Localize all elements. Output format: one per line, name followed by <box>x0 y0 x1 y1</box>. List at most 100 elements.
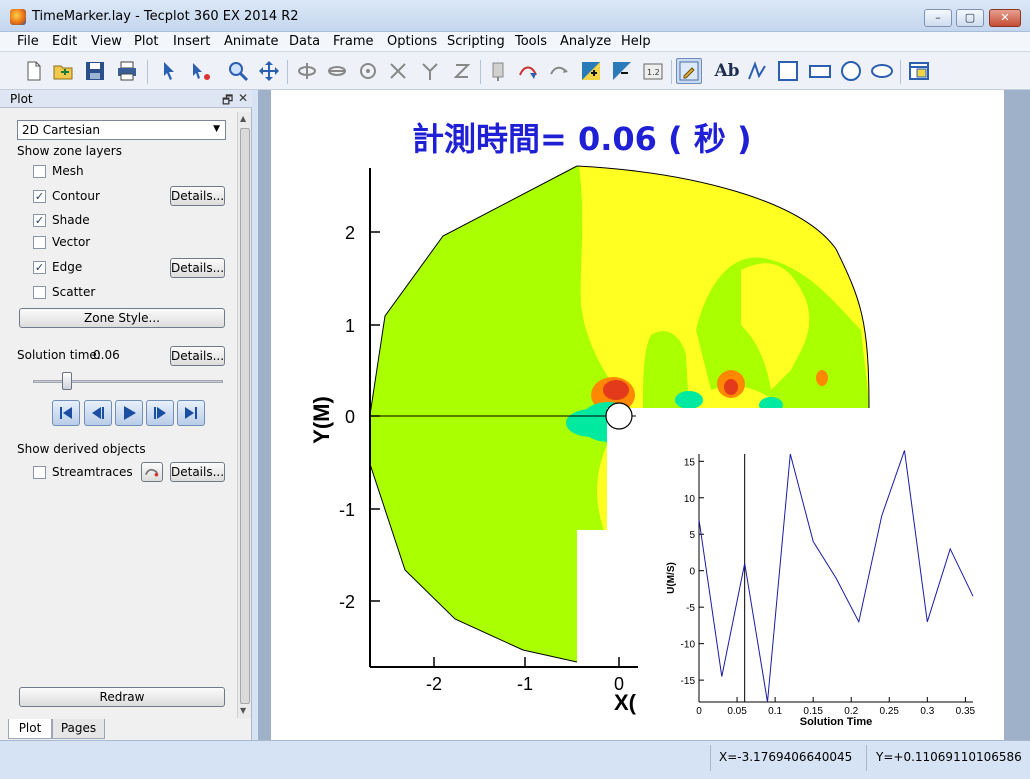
contour-plot-frame[interactable]: 2 1 0 -1 -2 -2 -1 0 Y(M) X( 計測時間= 0.06 (… <box>271 90 1004 740</box>
select-arrow-icon[interactable] <box>156 58 182 84</box>
panel-close-icon[interactable]: ✕ <box>238 91 248 105</box>
streamtrace-icon[interactable] <box>546 58 572 84</box>
last-frame-button[interactable] <box>177 400 205 426</box>
menu-tools[interactable]: Tools <box>515 34 547 49</box>
panel-scrollbar-thumb[interactable] <box>240 128 250 704</box>
shade-checkbox[interactable]: ✓ <box>33 213 46 227</box>
circle-icon[interactable] <box>838 58 864 84</box>
solution-time-details-button[interactable]: Details... <box>170 346 225 366</box>
vector-checkbox[interactable] <box>33 235 46 249</box>
status-bar: X=-3.1769406640045 Y=+0.11069110106586 <box>0 740 1030 779</box>
rotate-xz-icon[interactable] <box>385 58 411 84</box>
layer-edge[interactable]: ✓ Edge <box>33 259 82 275</box>
contour-details-button[interactable]: Details... <box>170 186 225 206</box>
layer-shade[interactable]: ✓ Shade <box>33 212 90 228</box>
quick-edit-icon[interactable] <box>676 58 702 84</box>
chevron-down-icon: ▼ <box>213 124 220 134</box>
save-icon[interactable] <box>82 58 108 84</box>
menu-animate[interactable]: Animate <box>224 34 278 49</box>
inset-y-tick-label: 15 <box>684 457 696 468</box>
plot-title[interactable]: 計測時間= 0.06 ( 秒 ) <box>412 120 752 158</box>
menu-edit[interactable]: Edit <box>52 34 77 49</box>
rotate-z-icon[interactable] <box>449 58 475 84</box>
square-icon[interactable] <box>775 58 801 84</box>
vector-label: Vector <box>52 235 91 249</box>
streamtraces-details-button[interactable]: Details... <box>170 462 225 482</box>
polyline-icon[interactable] <box>744 58 770 84</box>
menu-scripting[interactable]: Scripting <box>447 34 505 49</box>
toolbar: 1.2 Ab <box>0 52 1030 90</box>
inset-y-tick-label: -15 <box>681 676 696 687</box>
menu-options[interactable]: Options <box>387 34 437 49</box>
frame-icon[interactable] <box>906 58 932 84</box>
layer-scatter[interactable]: Scatter <box>33 284 95 300</box>
print-icon[interactable] <box>114 58 140 84</box>
edge-details-button[interactable]: Details... <box>170 258 225 278</box>
panel-header: Plot 🗗 ✕ <box>0 90 252 108</box>
contour-checkbox[interactable]: ✓ <box>33 189 46 203</box>
probe-icon[interactable] <box>485 58 511 84</box>
panel-scrollbar[interactable]: ▲ ▼ <box>237 112 251 718</box>
rotate-x-icon[interactable] <box>294 58 320 84</box>
plot-type-dropdown[interactable]: 2D Cartesian ▼ <box>17 120 226 140</box>
menu-data[interactable]: Data <box>289 34 320 49</box>
step-forward-icon <box>154 407 166 419</box>
open-file-icon[interactable] <box>50 58 76 84</box>
label-icon[interactable]: 1.2 <box>640 58 666 84</box>
tab-plot[interactable]: Plot <box>8 719 52 739</box>
rectangle-icon[interactable] <box>807 58 833 84</box>
minimize-button[interactable]: – <box>924 9 952 27</box>
streamtrace-tool-button[interactable] <box>141 462 163 482</box>
layer-vector[interactable]: Vector <box>33 234 90 250</box>
scroll-down-icon[interactable]: ▼ <box>240 706 246 715</box>
inset-y-tick-label: 10 <box>684 494 696 505</box>
translate-icon[interactable] <box>256 58 282 84</box>
subtract-zone-icon[interactable] <box>609 58 635 84</box>
redraw-button[interactable]: Redraw <box>19 687 225 707</box>
layer-contour[interactable]: ✓ Contour <box>33 188 100 204</box>
text-icon[interactable]: Ab <box>714 58 740 84</box>
shade-label: Shade <box>52 213 90 227</box>
rotate-yz-icon[interactable] <box>417 58 443 84</box>
adjustor-icon[interactable] <box>188 58 214 84</box>
new-file-icon[interactable] <box>21 58 47 84</box>
edge-checkbox[interactable]: ✓ <box>33 260 46 274</box>
inset-y-tick-label: 0 <box>689 567 695 578</box>
close-button[interactable]: ✕ <box>989 9 1021 27</box>
scroll-up-icon[interactable]: ▲ <box>240 114 246 123</box>
inset-x-tick-label: 0 <box>696 706 702 717</box>
add-zone-icon[interactable] <box>578 58 604 84</box>
zone-style-button[interactable]: Zone Style... <box>19 308 225 328</box>
menu-insert[interactable]: Insert <box>173 34 210 49</box>
first-frame-button[interactable] <box>52 400 80 426</box>
svg-text:1.2: 1.2 <box>647 68 660 77</box>
solution-time-slider-thumb[interactable] <box>62 372 72 390</box>
derived-streamtraces[interactable]: Streamtraces <box>33 464 133 480</box>
contour-label: Contour <box>52 189 100 203</box>
spherical-rotate-icon[interactable] <box>355 58 381 84</box>
ellipse-icon[interactable] <box>869 58 895 84</box>
scatter-checkbox[interactable] <box>33 285 46 299</box>
maximize-button[interactable]: ▢ <box>956 9 984 27</box>
menu-plot[interactable]: Plot <box>134 34 159 49</box>
tab-pages[interactable]: Pages <box>52 719 105 739</box>
menu-help[interactable]: Help <box>621 34 651 49</box>
zoom-icon[interactable] <box>225 58 251 84</box>
play-button[interactable] <box>115 400 143 426</box>
streamtraces-checkbox[interactable] <box>33 465 46 479</box>
y-axis-title: Y(M) <box>309 396 334 444</box>
step-back-button[interactable] <box>84 400 112 426</box>
rotate-y-icon[interactable] <box>324 58 350 84</box>
slice-icon[interactable] <box>515 58 541 84</box>
menu-view[interactable]: View <box>91 34 122 49</box>
solution-time-label: Solution time: <box>17 348 101 362</box>
menu-frame[interactable]: Frame <box>333 34 374 49</box>
undock-icon[interactable]: 🗗 <box>222 91 233 112</box>
inset-y-tick-label: -10 <box>681 640 696 651</box>
menu-analyze[interactable]: Analyze <box>560 34 611 49</box>
streamtraces-label: Streamtraces <box>52 465 133 479</box>
mesh-checkbox[interactable] <box>33 164 46 178</box>
step-forward-button[interactable] <box>146 400 174 426</box>
menu-file[interactable]: File <box>17 34 39 49</box>
layer-mesh[interactable]: Mesh <box>33 163 84 179</box>
